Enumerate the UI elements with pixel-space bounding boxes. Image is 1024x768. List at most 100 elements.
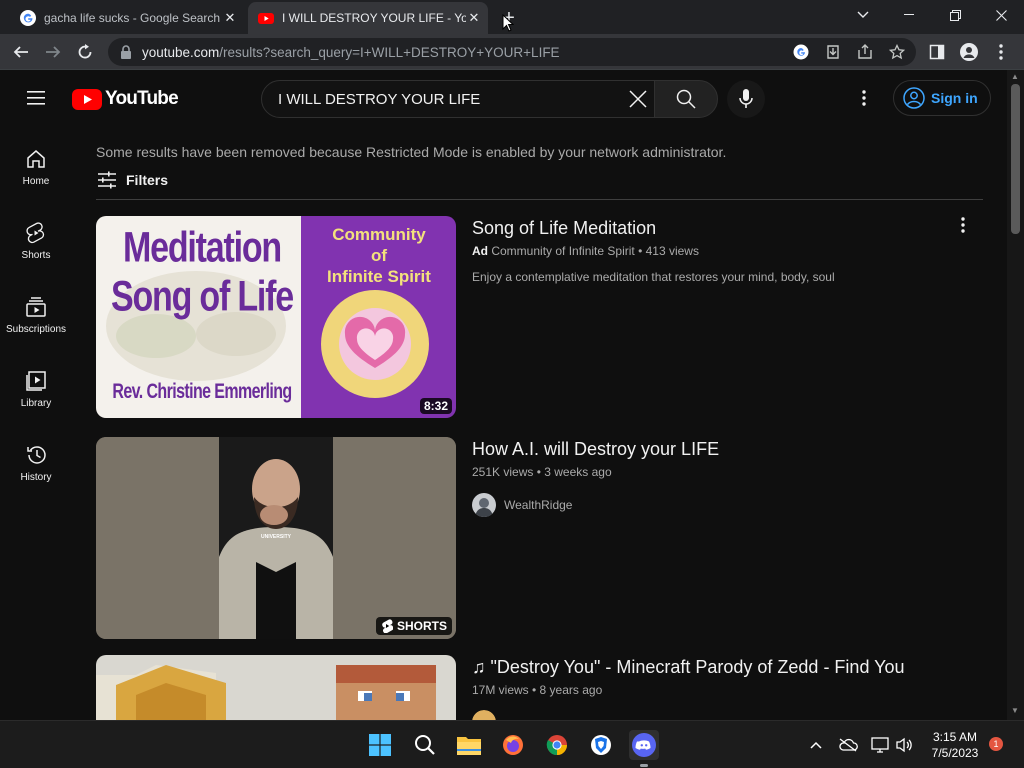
shorts-icon	[26, 222, 45, 244]
shorts-icon	[382, 619, 393, 633]
network-icon[interactable]	[870, 735, 890, 755]
close-window-icon[interactable]	[978, 0, 1024, 30]
video-title[interactable]: Song of Life Meditation	[472, 218, 656, 239]
guide-item-library[interactable]: Library	[0, 348, 72, 422]
library-icon	[26, 371, 46, 391]
brave-browser-icon[interactable]	[586, 730, 616, 760]
onedrive-off-icon[interactable]	[838, 735, 858, 755]
thumbnail-author: Rev. Christine Emmerling	[112, 381, 292, 404]
thumbnail-text-left: Meditation Song of Life	[110, 224, 294, 321]
side-panel-icon[interactable]	[924, 39, 950, 65]
account-icon	[903, 87, 925, 109]
video-description: Enjoy a contemplative meditation that re…	[472, 270, 835, 284]
thumbnail-text-right: Community of Infinite Spirit	[327, 225, 431, 286]
file-explorer-icon[interactable]	[454, 730, 484, 760]
results-divider	[96, 199, 983, 200]
scroll-up-icon[interactable]: ▲	[1011, 72, 1019, 81]
clock-time: 3:15 AM	[932, 730, 978, 744]
channel-link[interactable]: WealthRidge	[472, 493, 572, 517]
guide-item-history[interactable]: History	[0, 422, 72, 496]
minecraft-thumbnail-art	[96, 655, 456, 720]
tab-search-icon[interactable]	[840, 0, 886, 30]
tab-title: gacha life sucks - Google Search	[44, 11, 221, 25]
sign-in-button[interactable]: Sign in	[893, 80, 991, 116]
youtube-masthead: YouTube I WILL DESTROY YOUR LIFE Sign in	[0, 70, 1007, 126]
channel-name: WealthRidge	[504, 498, 573, 512]
bookmark-star-icon[interactable]	[888, 43, 906, 61]
video-thumbnail-minecraft[interactable]	[96, 655, 456, 720]
filters-icon	[98, 171, 116, 189]
windows-start-icon[interactable]	[365, 730, 395, 760]
google-lens-icon[interactable]	[792, 43, 810, 61]
search-button[interactable]	[654, 80, 718, 118]
restore-icon[interactable]	[932, 0, 978, 30]
address-bar[interactable]: youtube.com/results?search_query=I+WILL+…	[108, 38, 916, 66]
home-icon	[27, 150, 45, 168]
restricted-mode-notice: Some results have been removed because R…	[96, 144, 727, 160]
search-query: I WILL DESTROY YOUR LIFE	[278, 91, 481, 108]
profile-icon[interactable]	[956, 39, 982, 65]
close-tab-icon[interactable]: ✕	[222, 10, 238, 26]
shorts-badge: SHORTS	[375, 617, 452, 635]
clock-date: 7/5/2023	[931, 746, 979, 760]
channel-link-partial[interactable]	[472, 710, 504, 720]
google-icon	[20, 10, 36, 26]
scrollbar-thumb[interactable]	[1011, 84, 1020, 234]
video-meta: 17M views • 8 years ago	[472, 683, 603, 697]
filters-button[interactable]: Filters	[96, 170, 168, 190]
history-icon	[27, 446, 46, 464]
notification-badge[interactable]: 1	[989, 737, 1003, 751]
windows-taskbar: 3:15 AM 7/5/2023	[0, 720, 1024, 768]
share-icon[interactable]	[856, 43, 874, 61]
scroll-down-icon[interactable]: ▼	[1011, 706, 1019, 715]
voice-search-button[interactable]	[727, 80, 765, 118]
active-app-indicator	[640, 764, 648, 767]
result-menu-icon[interactable]	[954, 216, 972, 236]
video-title[interactable]: ♫ "Destroy You" - Minecraft Parody of Ze…	[472, 657, 905, 678]
mouse-cursor-icon	[502, 14, 514, 32]
video-meta: Ad Community of Infinite Spirit • 413 vi…	[472, 244, 699, 258]
show-hidden-icons-icon[interactable]	[806, 735, 826, 755]
video-duration: 8:32	[419, 398, 452, 414]
system-clock[interactable]: 3:15 AM 7/5/2023	[922, 729, 988, 761]
tab-title: I WILL DESTROY YOUR LIFE - YouTube	[282, 11, 466, 25]
channel-avatar	[472, 710, 496, 720]
close-tab-icon[interactable]: ✕	[466, 10, 482, 26]
microphone-icon	[739, 89, 753, 108]
menu-icon[interactable]	[24, 88, 48, 108]
forward-icon[interactable]	[40, 39, 66, 65]
search-input[interactable]: I WILL DESTROY YOUR LIFE	[261, 80, 655, 118]
subscriptions-icon	[26, 297, 46, 317]
search-icon	[676, 89, 696, 109]
reload-icon[interactable]	[72, 39, 98, 65]
tab-google-search[interactable]: gacha life sucks - Google Search ✕	[12, 2, 244, 34]
youtube-logo[interactable]: YouTube	[72, 88, 179, 110]
guide-item-home[interactable]: Home	[0, 126, 72, 200]
video-thumbnail-meditation[interactable]: Meditation Song of Life Rev. Christine E…	[96, 216, 456, 418]
browser-toolbar: youtube.com/results?search_query=I+WILL+…	[0, 34, 1024, 70]
clear-search-icon[interactable]	[628, 89, 648, 109]
video-title[interactable]: How A.I. will Destroy your LIFE	[472, 439, 719, 460]
channel-avatar	[472, 493, 496, 517]
discord-icon[interactable]	[629, 730, 659, 760]
back-icon[interactable]	[8, 39, 34, 65]
youtube-play-icon	[72, 88, 102, 110]
video-thumbnail-ai[interactable]: UNIVERSITY SHORTS	[96, 437, 456, 639]
lock-icon	[121, 45, 131, 59]
install-app-icon[interactable]	[824, 43, 842, 61]
url-text: youtube.com/results?search_query=I+WILL+…	[142, 45, 560, 60]
tab-youtube[interactable]: I WILL DESTROY YOUR LIFE - YouTube ✕	[248, 2, 488, 34]
taskbar-search-icon[interactable]	[410, 730, 440, 760]
minimize-icon[interactable]	[886, 0, 932, 30]
thumbnail-caption: UNIVERSITY	[260, 534, 291, 540]
guide-item-shorts[interactable]: Shorts	[0, 200, 72, 274]
youtube-icon	[258, 13, 274, 24]
page-scrollbar[interactable]: ▲ ▼	[1007, 70, 1024, 720]
volume-icon[interactable]	[894, 735, 914, 755]
settings-menu-icon[interactable]	[854, 88, 874, 108]
guide-item-subscriptions[interactable]: Subscriptions	[0, 274, 72, 348]
video-meta: 251K views • 3 weeks ago	[472, 465, 612, 479]
chrome-icon[interactable]	[542, 730, 572, 760]
firefox-icon[interactable]	[498, 730, 528, 760]
browser-menu-icon[interactable]	[988, 39, 1014, 65]
